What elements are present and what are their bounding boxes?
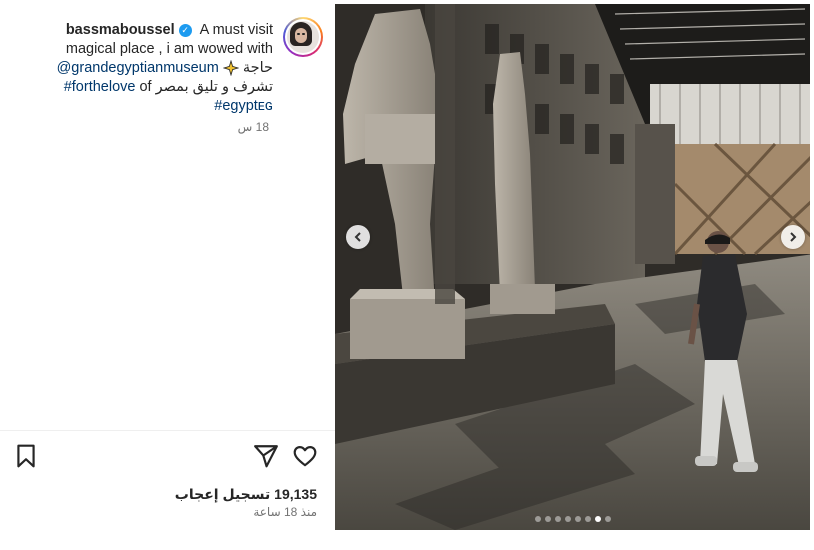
chevron-left-icon — [354, 232, 361, 242]
carousel-next-button[interactable] — [781, 225, 805, 249]
likes-count[interactable]: 19,135 تسجيل إعجاب — [175, 486, 317, 503]
verified-badge-icon: ✓ — [178, 23, 192, 37]
chevron-right-icon — [790, 232, 797, 242]
carousel-dot[interactable] — [565, 516, 571, 522]
carousel-dot[interactable] — [585, 516, 591, 522]
profile-avatar[interactable] — [283, 17, 323, 57]
hashtag-link[interactable]: #forthelove — [64, 79, 136, 95]
page-edge — [810, 0, 814, 550]
avatar-image — [287, 21, 319, 53]
caption-text: of — [139, 79, 152, 95]
post-time-short[interactable]: 18 س — [238, 120, 269, 134]
post-caption: bassmaboussel ✓ A must visit magical plac… — [3, 21, 273, 116]
bookmark-icon[interactable] — [13, 443, 39, 469]
caption-line: magical place , i am wowed with — [65, 41, 273, 57]
mention-link[interactable]: @grandegyptianmuseum — [57, 60, 219, 76]
carousel-dot[interactable] — [555, 516, 561, 522]
heart-icon[interactable] — [292, 443, 318, 469]
post-info-panel: bassmaboussel ✓ A must visit magical plac… — [0, 0, 335, 550]
carousel-prev-button[interactable] — [346, 225, 370, 249]
caption-text: تشرف و تليق بمصر — [155, 79, 273, 95]
carousel-dot[interactable] — [575, 516, 581, 522]
carousel-dot[interactable] — [595, 516, 601, 522]
carousel-dot[interactable] — [535, 516, 541, 522]
post-timestamp[interactable]: منذ 18 ساعة — [253, 505, 317, 519]
hashtag-link[interactable]: #egyptᴇɢ — [214, 98, 273, 114]
carousel-dot[interactable] — [545, 516, 551, 522]
divider — [0, 430, 335, 431]
carousel-dots — [535, 516, 611, 522]
caption-text: حاجة — [242, 60, 273, 76]
sparkle-emoji-icon — [222, 60, 239, 77]
museum-photo-image — [335, 4, 814, 530]
paper-plane-icon[interactable] — [253, 443, 279, 469]
carousel-dot[interactable] — [605, 516, 611, 522]
action-bar — [0, 441, 335, 471]
post-photo[interactable] — [335, 4, 814, 530]
caption-row: bassmaboussel ✓ A must visit magical plac… — [3, 17, 323, 116]
caption-text: A must visit — [199, 22, 273, 38]
username-link[interactable]: bassmaboussel — [66, 22, 175, 38]
